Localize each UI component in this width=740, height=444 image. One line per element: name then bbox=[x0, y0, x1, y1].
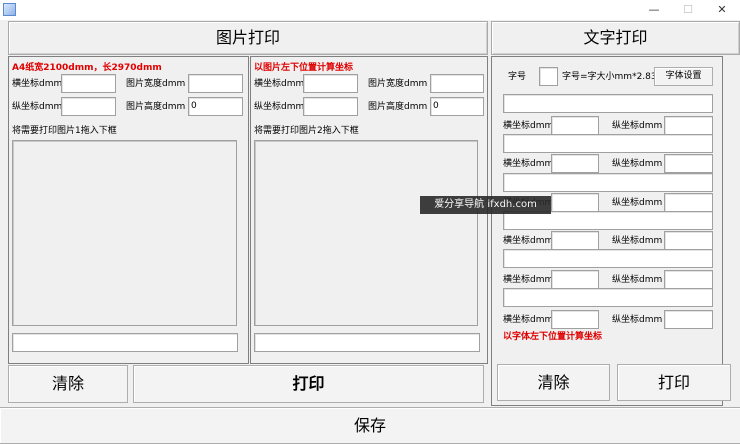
text-input-1[interactable] bbox=[503, 94, 713, 113]
text6-y-input[interactable] bbox=[664, 310, 713, 329]
save-button[interactable]: 保存 bbox=[0, 407, 740, 444]
watermark-banner: 爱分享导航 ifxdh.com bbox=[420, 196, 551, 214]
text5-x-input[interactable] bbox=[551, 270, 599, 289]
image2-width-input[interactable] bbox=[430, 74, 484, 93]
font-settings-button[interactable]: 字体设置 bbox=[654, 67, 713, 86]
image2-y-input[interactable] bbox=[303, 97, 358, 116]
app-icon bbox=[3, 3, 16, 16]
image1-drop-label: 将需要打印图片1拖入下框 bbox=[12, 126, 117, 136]
text-print-button[interactable]: 打印 bbox=[617, 364, 731, 401]
image2-x-label: 横坐标dmm bbox=[254, 79, 305, 89]
text6-x-label: 横坐标dmm bbox=[503, 315, 554, 325]
image2-y-label: 纵坐标dmm bbox=[254, 102, 305, 112]
image1-y-label: 纵坐标dmm bbox=[12, 102, 63, 112]
image1-drop-zone[interactable] bbox=[12, 140, 237, 326]
image-coordinate-note: 以图片左下位置计算坐标 bbox=[254, 63, 354, 73]
image1-path-input[interactable] bbox=[12, 333, 238, 352]
text1-y-input[interactable] bbox=[664, 116, 713, 135]
text5-y-label: 纵坐标dmm bbox=[612, 275, 663, 285]
image-clear-button[interactable]: 清除 bbox=[8, 365, 128, 403]
text5-y-input[interactable] bbox=[664, 270, 713, 289]
image1-height-label: 图片高度dmm bbox=[126, 102, 186, 112]
title-bar bbox=[0, 0, 740, 20]
text3-y-label: 纵坐标dmm bbox=[612, 198, 663, 208]
text-coordinate-note: 以字体左下位置计算坐标 bbox=[503, 332, 603, 342]
image1-width-input[interactable] bbox=[188, 74, 243, 93]
text2-y-label: 纵坐标dmm bbox=[612, 159, 663, 169]
maximize-icon[interactable]: ☐ bbox=[674, 1, 702, 19]
image1-y-input[interactable] bbox=[61, 97, 116, 116]
text-input-2[interactable] bbox=[503, 134, 713, 153]
image2-width-label: 图片宽度dmm bbox=[368, 79, 428, 89]
text3-x-input[interactable] bbox=[551, 193, 599, 212]
text1-x-input[interactable] bbox=[551, 116, 599, 135]
text6-y-label: 纵坐标dmm bbox=[612, 315, 663, 325]
image1-width-label: 图片宽度dmm bbox=[126, 79, 186, 89]
text2-y-input[interactable] bbox=[664, 154, 713, 173]
font-size-formula: 字号=字大小mm*2.835 bbox=[562, 72, 663, 82]
image-print-button[interactable]: 打印 bbox=[133, 365, 484, 403]
text6-x-input[interactable] bbox=[551, 310, 599, 329]
text4-y-label: 纵坐标dmm bbox=[612, 236, 663, 246]
text2-x-label: 横坐标dmm bbox=[503, 159, 554, 169]
image2-drop-label: 将需要打印图片2拖入下框 bbox=[254, 126, 359, 136]
image2-drop-zone[interactable] bbox=[254, 140, 478, 326]
image2-height-label: 图片高度dmm bbox=[368, 102, 428, 112]
text3-y-input[interactable] bbox=[664, 193, 713, 212]
image1-x-label: 横坐标dmm bbox=[12, 79, 63, 89]
text2-x-input[interactable] bbox=[551, 154, 599, 173]
font-size-input[interactable] bbox=[539, 67, 558, 86]
image2-x-input[interactable] bbox=[303, 74, 358, 93]
text4-x-label: 横坐标dmm bbox=[503, 236, 554, 246]
text1-x-label: 横坐标dmm bbox=[503, 121, 554, 131]
font-size-label: 字号 bbox=[508, 72, 527, 82]
image-print-header: 图片打印 bbox=[8, 21, 488, 55]
minimize-icon[interactable]: — bbox=[640, 1, 668, 19]
text4-x-input[interactable] bbox=[551, 231, 599, 250]
image2-height-input[interactable]: 0 bbox=[430, 97, 484, 116]
text1-y-label: 纵坐标dmm bbox=[612, 121, 663, 131]
text4-y-input[interactable] bbox=[664, 231, 713, 250]
text-input-6[interactable] bbox=[503, 288, 713, 307]
a4-note: A4纸宽2100dmm，长2970dmm bbox=[12, 63, 162, 73]
text-input-5[interactable] bbox=[503, 249, 713, 268]
image1-height-input[interactable]: 0 bbox=[188, 97, 243, 116]
text5-x-label: 横坐标dmm bbox=[503, 275, 554, 285]
text-input-3[interactable] bbox=[503, 173, 713, 192]
text-clear-button[interactable]: 清除 bbox=[497, 364, 610, 401]
close-icon[interactable]: ✕ bbox=[708, 1, 736, 19]
image1-x-input[interactable] bbox=[61, 74, 116, 93]
image2-path-input[interactable] bbox=[254, 333, 480, 352]
text-print-header: 文字打印 bbox=[491, 21, 740, 55]
